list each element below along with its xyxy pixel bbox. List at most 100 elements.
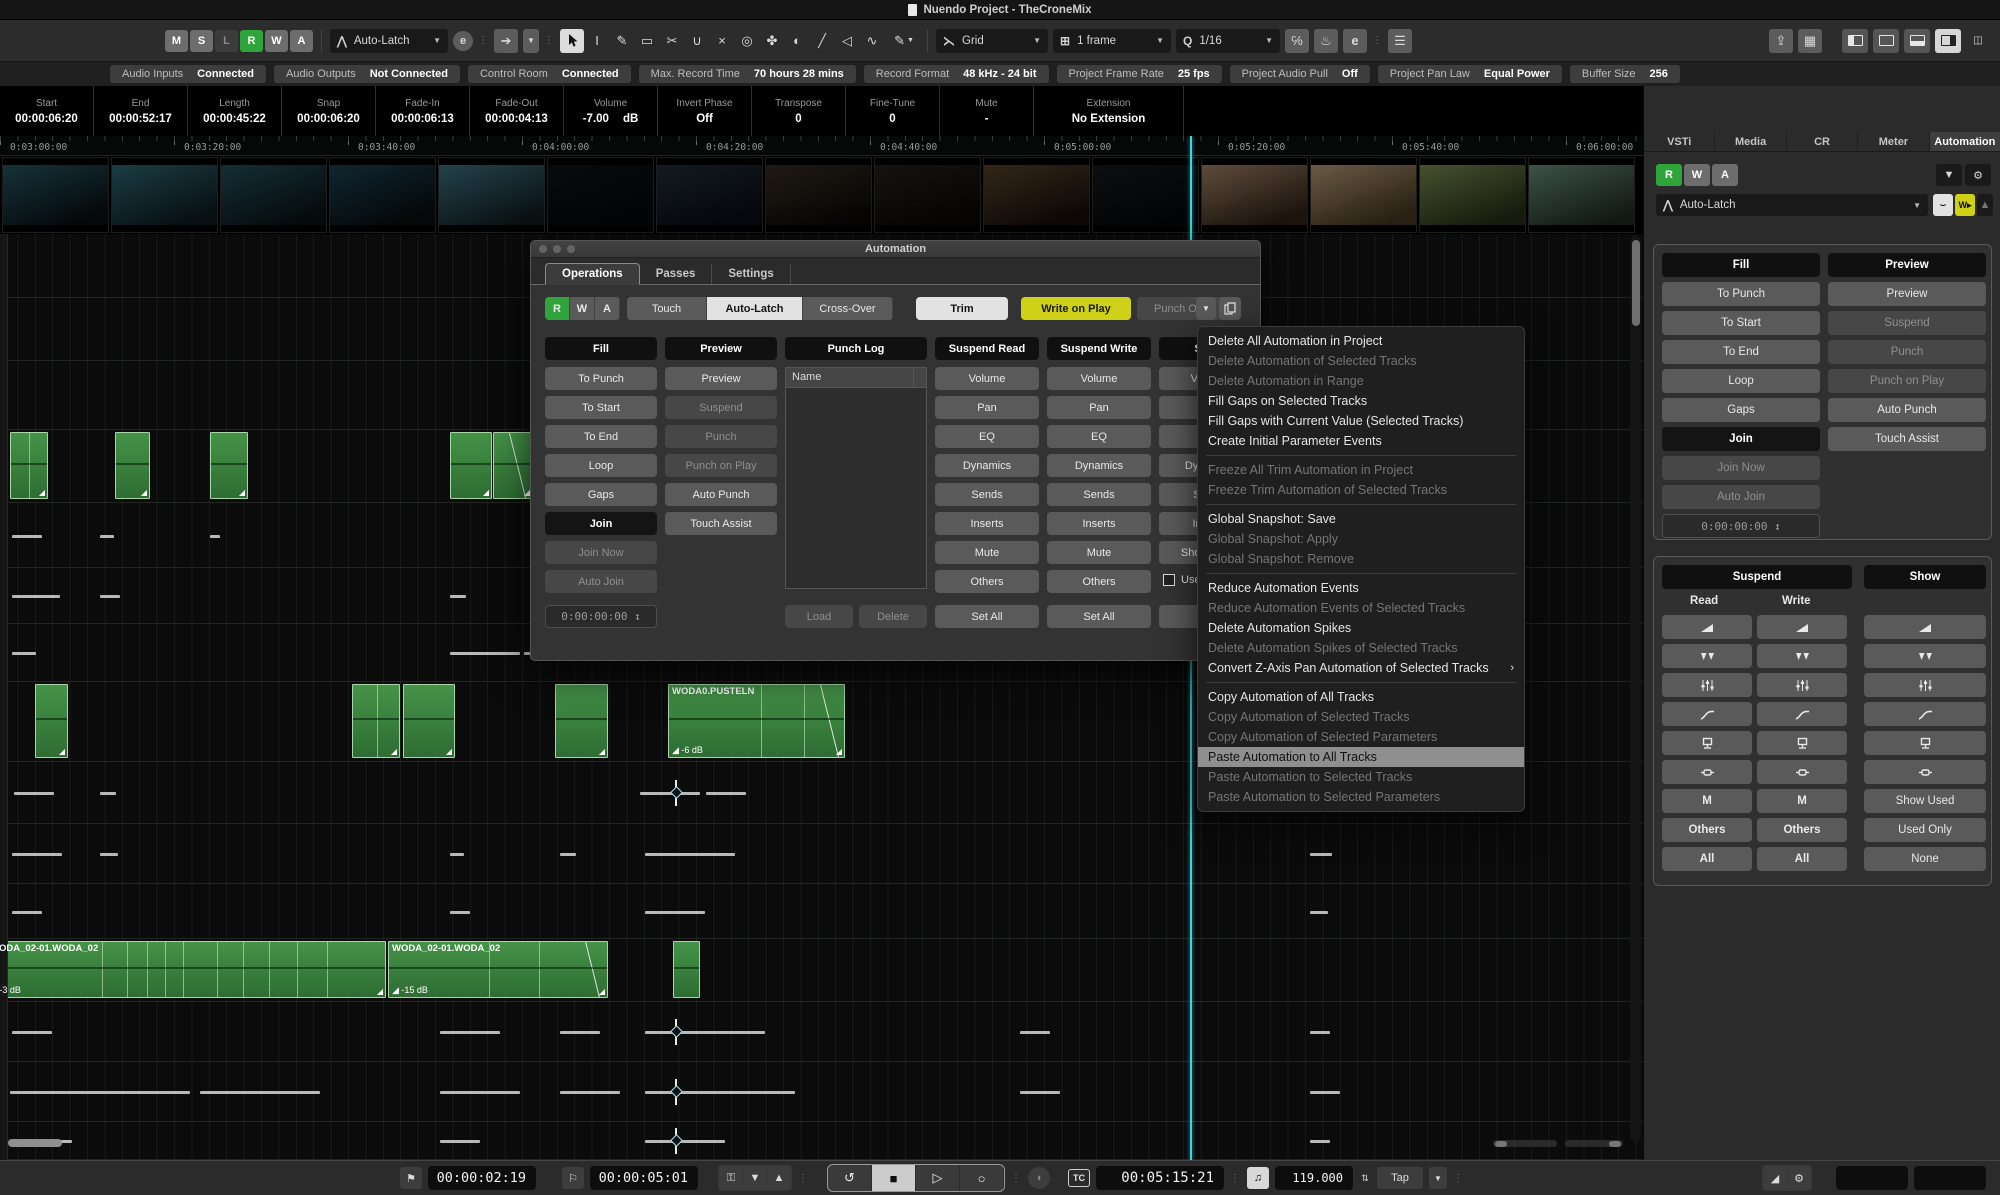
mode-cross-over-button[interactable]: Cross-Over (803, 297, 893, 320)
fill-to-start-button[interactable]: To Start (545, 396, 657, 419)
video-thumbnail[interactable] (220, 157, 327, 233)
suspend-write-eq-button[interactable] (1757, 673, 1847, 697)
lower-zone-toggle[interactable] (1904, 29, 1930, 53)
suspend-read-mute-button[interactable]: Mute (935, 541, 1039, 564)
punch-log-list[interactable]: Name (785, 367, 927, 589)
video-thumbnail[interactable] (1419, 157, 1526, 233)
video-thumbnail[interactable] (1092, 157, 1199, 233)
video-thumbnail[interactable] (983, 157, 1090, 233)
suspend-write-eq-button[interactable]: EQ (1047, 425, 1151, 448)
preview-suspend-button[interactable]: Suspend (1828, 311, 1986, 335)
record-button[interactable]: ○ (960, 1165, 1004, 1191)
fill-to-start-button[interactable]: To Start (1662, 311, 1820, 335)
suspend-read-sends-button[interactable]: Sends (935, 483, 1039, 506)
suspend-write-others-button[interactable]: Others (1757, 818, 1847, 842)
suspend-read-dynamics-button[interactable]: Dynamics (935, 454, 1039, 477)
horizontal-scrollbar-thumb[interactable] (8, 1139, 62, 1147)
erase-tool-icon[interactable]: ▭ (635, 29, 659, 53)
audio-event-clip[interactable]: ◢ (35, 684, 68, 758)
info-field-fade-in[interactable]: Fade-In00:00:06:13 (376, 86, 470, 136)
touch-assist-button[interactable]: ▲ (1977, 194, 1993, 216)
track-lane[interactable] (0, 824, 1643, 884)
zoom-tool-icon[interactable]: ◎ (735, 29, 759, 53)
vertical-scrollbar[interactable] (1630, 236, 1641, 1141)
fade-tool-icon[interactable]: ◢ (1764, 1167, 1786, 1189)
audio-event-clip[interactable]: ◢ (210, 432, 248, 499)
info-field-volume[interactable]: Volume-7.00dB (564, 86, 658, 136)
suspend-read-sends-button[interactable] (1662, 731, 1752, 755)
menu-item[interactable]: Copy Automation of Selected Parameters (1198, 727, 1524, 747)
info-field-start[interactable]: Start00:00:06:20 (0, 86, 94, 136)
audio-event-clip[interactable]: ◢ (450, 432, 492, 499)
preview-section-header[interactable]: Preview (665, 337, 777, 360)
video-thumbnail[interactable] (656, 157, 763, 233)
scrub-tool-icon[interactable]: ∿ (860, 29, 884, 53)
suspend-read-inserts-button[interactable] (1662, 760, 1752, 784)
track-s-button[interactable]: S (190, 30, 213, 52)
transport-settings-gear-icon[interactable]: ⚙ (1788, 1167, 1810, 1189)
automation-point-diamond[interactable] (670, 1025, 683, 1038)
set-all-button[interactable]: Set All (935, 605, 1039, 628)
suspend-read-all-button[interactable]: All (1662, 847, 1752, 871)
automation-window-titlebar[interactable]: Automation (531, 241, 1260, 258)
vertical-zoom-slider[interactable] (1565, 1140, 1623, 1147)
show-pan-button[interactable] (1864, 644, 1986, 668)
fill-time-field[interactable]: 0:00:00:00 ↕ (545, 605, 657, 628)
quantize-combo[interactable]: Q 1/16▼ (1176, 29, 1280, 53)
studio-grid-icon[interactable]: ▦ (1798, 29, 1822, 53)
video-thumbnail[interactable] (438, 157, 545, 233)
right-a-button[interactable]: A (1712, 164, 1738, 186)
tempo-value[interactable]: 119.000 (1275, 1166, 1353, 1190)
nudge-right-icon[interactable]: ➔ (494, 29, 518, 53)
punch-out-icon[interactable]: ▲ (768, 1167, 790, 1189)
suspend-write-dynamics-button[interactable] (1757, 702, 1847, 726)
tempo-menu-icon[interactable]: ▼ (1429, 1167, 1447, 1189)
preview-auto-punch-button[interactable]: Auto Punch (1828, 398, 1986, 422)
show-used-only-button[interactable]: Used Only (1864, 818, 1986, 842)
right-r-button[interactable]: R (1656, 164, 1682, 186)
video-thumbnail[interactable] (765, 157, 872, 233)
info-field-snap[interactable]: Snap00:00:06:20 (282, 86, 376, 136)
suspend-read-others-button[interactable]: Others (1662, 818, 1752, 842)
menu-item[interactable]: Delete Automation in Range (1198, 371, 1524, 391)
mode-auto-latch-button[interactable]: Auto-Latch (707, 297, 803, 320)
snap-zero-crossing-icon[interactable]: ℅ (1285, 29, 1309, 53)
video-thumbnail[interactable] (1310, 157, 1417, 233)
track-lane[interactable]: WODA_02-01.WODA_02◢ -3 dB◢WODA_02-01.WOD… (0, 939, 1643, 1002)
video-thumbnail[interactable] (1528, 157, 1635, 233)
suspend-read-header[interactable]: Suspend Read (935, 337, 1039, 360)
menu-item[interactable]: Fill Gaps on Selected Tracks (1198, 391, 1524, 411)
right-locator-flag-icon[interactable]: ⚐ (562, 1167, 584, 1189)
split-tool-icon[interactable]: ✂ (660, 29, 684, 53)
audio-event-clip[interactable]: WODA_02-01.WODA_02◢ -15 dB◢ (388, 941, 608, 998)
suspend-read-inserts-button[interactable]: Inserts (935, 512, 1039, 535)
fill-gaps-button[interactable]: Gaps (545, 483, 657, 506)
audio-event-clip[interactable]: ◢ (555, 684, 608, 758)
suspend-write-all-button[interactable]: All (1757, 847, 1847, 871)
automation-w-button[interactable]: W (570, 297, 595, 320)
video-thumbnail[interactable] (547, 157, 654, 233)
suspend-write-others-button[interactable]: Others (1047, 570, 1151, 593)
show-show-used-button[interactable]: Show Used (1864, 789, 1986, 813)
color-tool-icon[interactable]: ◐ (785, 29, 809, 53)
track-m-button[interactable]: M (165, 30, 188, 52)
show-none-button[interactable]: None (1864, 847, 1986, 871)
draw-tool-icon[interactable]: ✎ (610, 29, 634, 53)
automation-mode-combo-right[interactable]: ⋀ Auto-Latch▼ (1656, 194, 1928, 216)
tempo-stepper[interactable]: ⇅ (1359, 1167, 1371, 1189)
menu-item[interactable]: Global Snapshot: Apply (1198, 529, 1524, 549)
automation-panel-icon[interactable]: e (453, 31, 473, 51)
expression-map-icon[interactable]: e (1343, 29, 1367, 53)
info-field-mute[interactable]: Mute- (940, 86, 1034, 136)
menu-item[interactable]: Paste Automation to All Tracks (1198, 747, 1524, 767)
suspend-write-m-button[interactable]: M (1757, 789, 1847, 813)
preview-preview-button[interactable]: Preview (1828, 282, 1986, 306)
punch-lock-icon[interactable]: ⚿ (720, 1167, 742, 1189)
range-selection-tool-icon[interactable]: I (585, 29, 609, 53)
trim-button[interactable]: Trim (916, 297, 1008, 320)
setup-window-layout-icon[interactable]: ◫ (1966, 29, 1990, 53)
fill-to-punch-button[interactable]: To Punch (1662, 282, 1820, 306)
suspend-write-header[interactable]: Suspend Write (1047, 337, 1151, 360)
preview-punch-button[interactable]: Punch (1828, 340, 1986, 364)
fill-join-now-button[interactable]: Join Now (1662, 456, 1820, 480)
